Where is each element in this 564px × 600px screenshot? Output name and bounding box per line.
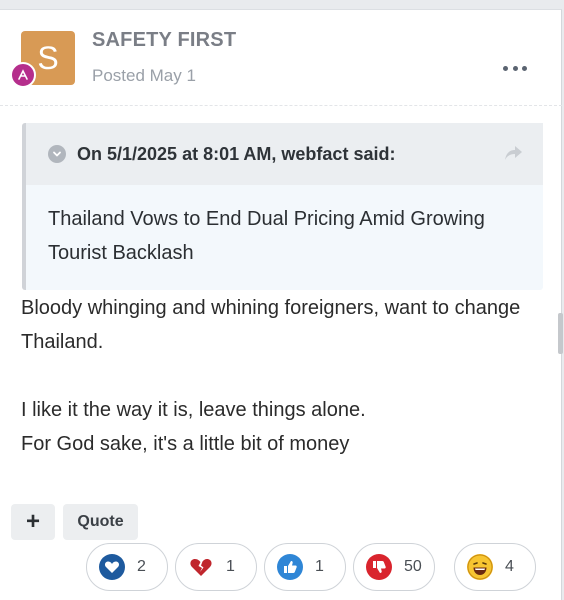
- reaction-count: 50: [404, 558, 422, 575]
- reaction-count: 4: [505, 558, 514, 575]
- heart-icon: [99, 554, 125, 580]
- reaction-count: 2: [137, 558, 146, 575]
- reaction-thumbs-up[interactable]: 1: [264, 543, 346, 591]
- quote-text: Thailand Vows to End Dual Pricing Amid G…: [48, 208, 485, 264]
- avatar-letter: S: [37, 39, 59, 76]
- post-card: S SAFETY FIRST Posted May 1 On 5/1/2025 …: [0, 9, 563, 600]
- thumbs-up-icon: [277, 554, 303, 580]
- dot: [503, 65, 508, 71]
- multiquote-add-button[interactable]: +: [11, 504, 55, 540]
- scrollbar-thumb[interactable]: [558, 313, 563, 354]
- post-header: S SAFETY FIRST Posted May 1: [0, 10, 562, 106]
- post-paragraph: Bloody whinging and whining foreigners, …: [21, 297, 521, 353]
- chevron-down-icon[interactable]: [48, 145, 66, 163]
- post-paragraph: For God sake, it's a little bit of money: [21, 433, 350, 455]
- reaction-heart[interactable]: 2: [86, 543, 168, 591]
- quote-block: On 5/1/2025 at 8:01 AM, webfact said: Th…: [22, 123, 543, 290]
- quote-button[interactable]: Quote: [63, 504, 138, 540]
- post-content: Bloody whinging and whining foreigners, …: [21, 291, 541, 461]
- thumbs-down-icon: [366, 554, 392, 580]
- laughing-face-icon: [467, 554, 493, 580]
- author-name[interactable]: SAFETY FIRST: [92, 29, 236, 52]
- quote-header[interactable]: On 5/1/2025 at 8:01 AM, webfact said:: [26, 123, 543, 185]
- reaction-broken-heart[interactable]: 1: [175, 543, 257, 591]
- reaction-count: 1: [226, 558, 235, 575]
- dot: [522, 65, 527, 71]
- dot: [512, 65, 518, 71]
- broken-heart-icon: [188, 554, 214, 580]
- post-paragraph: I like it the way it is, leave things al…: [21, 399, 366, 421]
- quote-citation: On 5/1/2025 at 8:01 AM, webfact said:: [77, 143, 396, 164]
- post-date[interactable]: Posted May 1: [92, 66, 196, 86]
- rank-badge-icon: [10, 62, 36, 88]
- reaction-haha[interactable]: 4: [454, 543, 536, 591]
- more-options-icon[interactable]: [503, 62, 527, 74]
- reaction-thumbs-down[interactable]: 50: [353, 543, 435, 591]
- go-to-quoted-post-icon[interactable]: [503, 143, 525, 163]
- reaction-count: 1: [315, 558, 324, 575]
